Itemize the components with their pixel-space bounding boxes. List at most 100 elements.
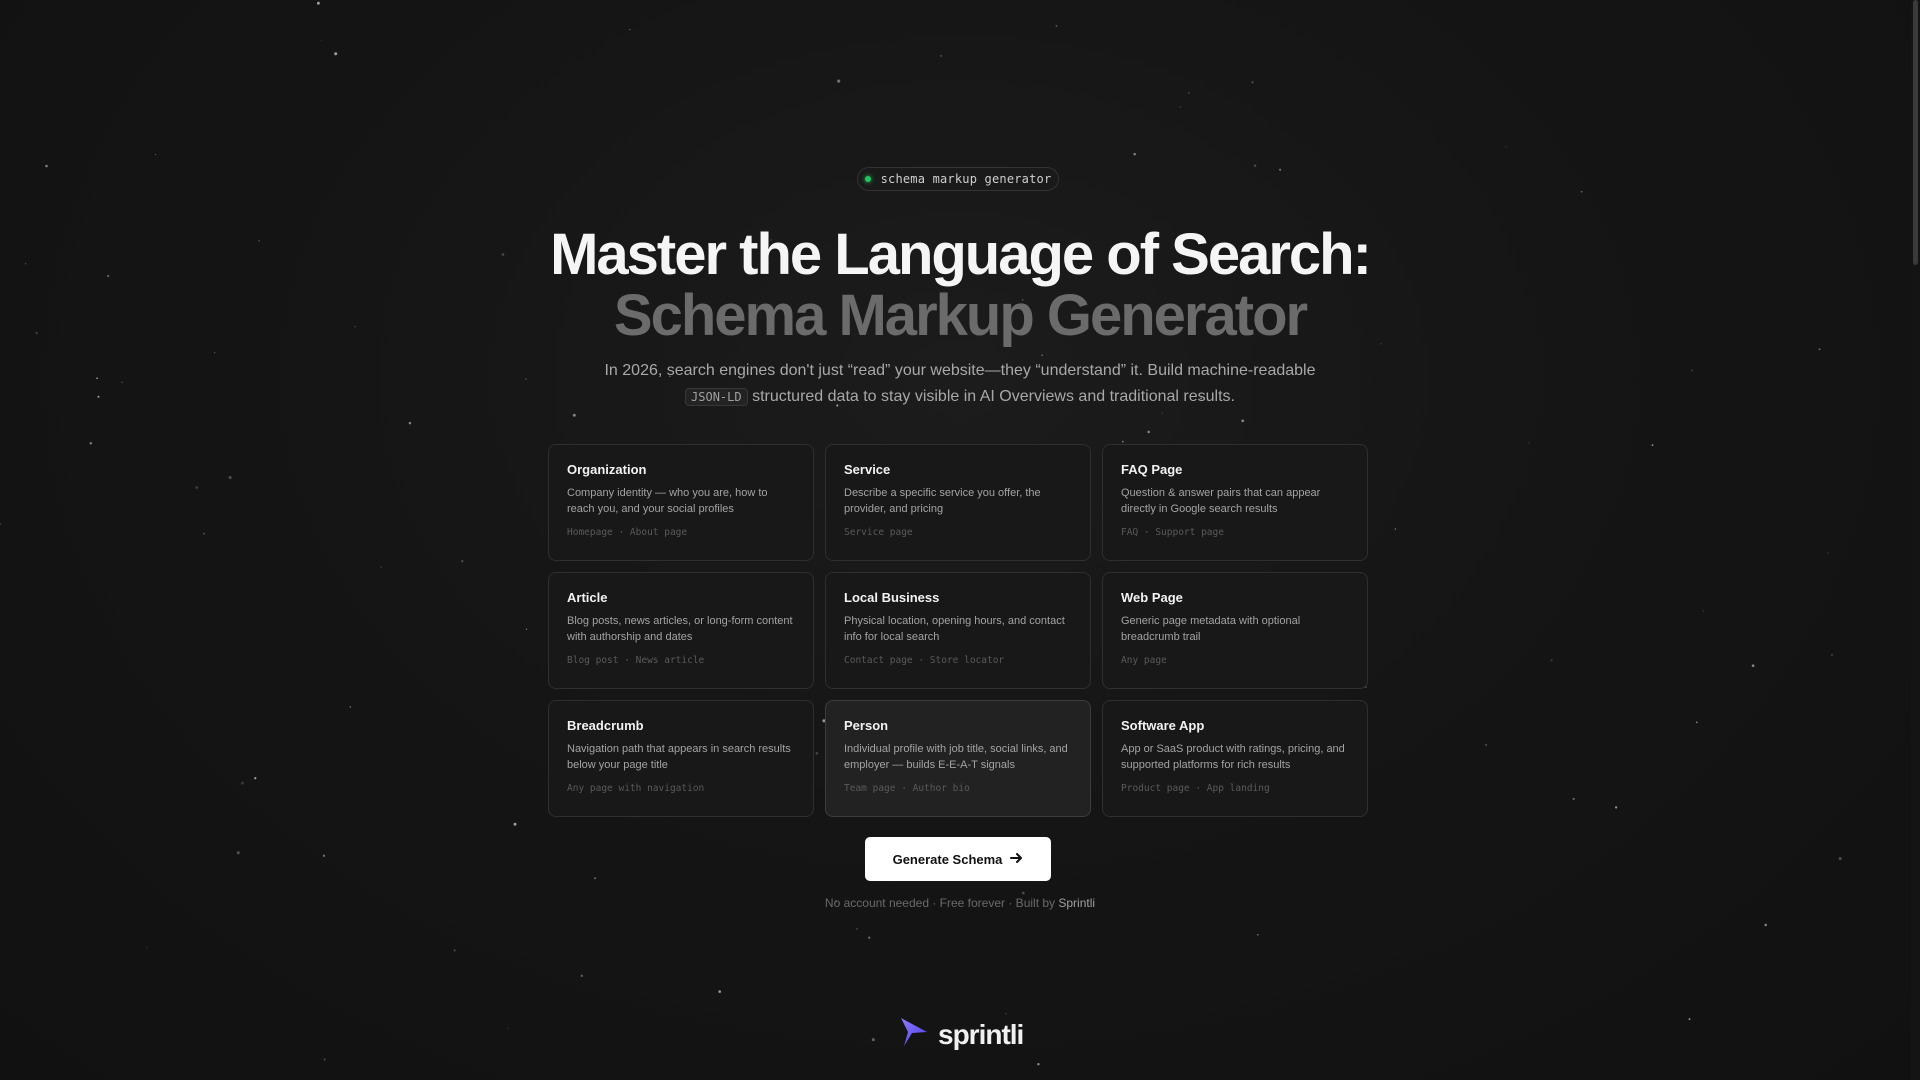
card-tags: Team page · Author bio bbox=[844, 783, 970, 794]
star-dot bbox=[320, 39, 322, 41]
star-dot bbox=[453, 949, 456, 952]
card-description: Navigation path that appears in search r… bbox=[567, 743, 791, 771]
schema-card-breadcrumb[interactable]: Breadcrumb Navigation path that appears … bbox=[548, 700, 814, 817]
card-title: Organization bbox=[567, 462, 647, 477]
star-dot bbox=[96, 377, 98, 380]
badge-label: schema markup generator bbox=[880, 172, 1052, 186]
star-dot bbox=[580, 974, 583, 977]
star-dot bbox=[837, 79, 841, 83]
star-dot bbox=[0, 522, 2, 525]
generate-schema-label: Generate Schema bbox=[892, 851, 1003, 867]
star-dot bbox=[1005, 1013, 1007, 1015]
card-description: Physical location, opening hours, and co… bbox=[844, 615, 1065, 643]
card-description: Blog posts, news articles, or long-form … bbox=[567, 615, 793, 643]
star-dot bbox=[871, 1038, 875, 1042]
star-dot bbox=[856, 927, 859, 930]
schema-card-web-page[interactable]: Web Page Generic page metadata with opti… bbox=[1102, 572, 1368, 689]
sprintli-link[interactable]: Sprintli bbox=[1058, 896, 1095, 910]
status-dot-icon bbox=[864, 176, 871, 182]
star-dot bbox=[1505, 146, 1507, 148]
schema-card-organization[interactable]: Organization Company identity — who you … bbox=[548, 444, 814, 561]
star-dot bbox=[203, 532, 206, 535]
star-dot bbox=[1688, 1018, 1691, 1021]
card-tags: Any page bbox=[1121, 655, 1167, 666]
hero-title-line-2: Schema Markup Generator bbox=[613, 283, 1308, 348]
star-dot bbox=[380, 566, 383, 569]
star-dot bbox=[236, 851, 240, 855]
schema-card-faq-page[interactable]: FAQ Page Question & answer pairs that ca… bbox=[1102, 444, 1368, 561]
star-dot bbox=[89, 441, 93, 445]
card-description: Individual profile with job title, socia… bbox=[844, 743, 1068, 771]
star-dot bbox=[868, 936, 871, 939]
footnote: No account needed · Free forever · Built… bbox=[0, 896, 1920, 910]
star-dot bbox=[1133, 152, 1136, 156]
star-dot bbox=[572, 413, 576, 417]
star-dot bbox=[940, 55, 942, 57]
card-tags: Homepage · About page bbox=[567, 527, 688, 538]
star-dot bbox=[629, 29, 631, 31]
star-dot bbox=[322, 854, 326, 857]
star-dot bbox=[594, 877, 597, 880]
sprintli-logo[interactable]: sprintli bbox=[898, 1016, 1024, 1053]
schema-type-grid: Organization Company identity — who you … bbox=[548, 444, 1368, 817]
lightning-icon bbox=[898, 1016, 930, 1053]
card-tags: Product page · App landing bbox=[1121, 783, 1270, 794]
star-dot bbox=[195, 486, 199, 489]
star-dot bbox=[507, 1027, 509, 1029]
schema-card-article[interactable]: Article Blog posts, news articles, or lo… bbox=[548, 572, 814, 689]
star-dot bbox=[1187, 91, 1190, 94]
star-dot bbox=[1702, 610, 1704, 612]
star-dot bbox=[254, 777, 257, 780]
card-description: Question & answer pairs that can appear … bbox=[1121, 487, 1321, 515]
card-tags: FAQ · Support page bbox=[1121, 527, 1224, 538]
star-dot bbox=[461, 559, 464, 563]
star-dot bbox=[1528, 442, 1530, 444]
star-dot bbox=[1651, 444, 1654, 447]
card-title: Service bbox=[844, 462, 891, 477]
star-dot bbox=[1614, 806, 1618, 809]
card-description: Generic page metadata with optional brea… bbox=[1121, 615, 1301, 643]
star-dot bbox=[1253, 164, 1257, 167]
schema-card-person[interactable]: Person Individual profile with job title… bbox=[825, 700, 1091, 817]
star-dot bbox=[316, 1, 320, 5]
star-dot bbox=[1394, 528, 1397, 530]
logo-wordmark: sprintli bbox=[938, 1018, 1024, 1050]
card-tags: Any page with navigation bbox=[567, 783, 705, 794]
star-dot bbox=[146, 946, 148, 948]
star-dot bbox=[1037, 1063, 1040, 1066]
card-description: Company identity — who you are, how to r… bbox=[567, 487, 768, 515]
schema-card-local-business[interactable]: Local Business Physical location, openin… bbox=[825, 572, 1091, 689]
star-dot bbox=[45, 164, 48, 168]
star-dot bbox=[1179, 106, 1181, 108]
star-dot bbox=[1838, 857, 1842, 861]
card-description: App or SaaS product with ratings, pricin… bbox=[1121, 743, 1345, 771]
star-dot bbox=[121, 381, 123, 384]
schema-card-service[interactable]: Service Describe a specific service you … bbox=[825, 444, 1091, 561]
star-dot bbox=[334, 52, 338, 56]
star-dot bbox=[525, 378, 527, 380]
star-dot bbox=[1485, 744, 1487, 746]
card-tags: Service page bbox=[844, 527, 913, 538]
star-dot bbox=[408, 421, 412, 425]
card-title: Breadcrumb bbox=[567, 718, 644, 733]
star-dot bbox=[349, 706, 352, 708]
generate-schema-button[interactable]: Generate Schema bbox=[865, 837, 1051, 881]
card-title: Web Page bbox=[1121, 590, 1183, 605]
scrollbar[interactable] bbox=[1911, 0, 1920, 1080]
star-dot bbox=[1580, 190, 1583, 193]
star-dot bbox=[1251, 81, 1254, 84]
star-dot bbox=[1055, 25, 1058, 27]
hero-subtitle: In 2026, search engines don't just “read… bbox=[600, 358, 1320, 410]
star-dot bbox=[1691, 369, 1693, 372]
card-tags: Blog post · News article bbox=[567, 655, 705, 666]
subtitle-text-after: structured data to stay visible in AI Ov… bbox=[752, 388, 1235, 405]
card-tags: Contact page · Store locator bbox=[844, 655, 1005, 666]
json-ld-code-tag: JSON-LD bbox=[685, 388, 748, 406]
star-dot bbox=[1257, 934, 1259, 936]
star-dot bbox=[240, 781, 244, 785]
product-badge: schema markup generator bbox=[857, 167, 1059, 191]
star-dot bbox=[1241, 419, 1245, 423]
schema-card-software-app[interactable]: Software App App or SaaS product with ra… bbox=[1102, 700, 1368, 817]
star-dot bbox=[1121, 440, 1124, 443]
star-dot bbox=[214, 352, 216, 354]
